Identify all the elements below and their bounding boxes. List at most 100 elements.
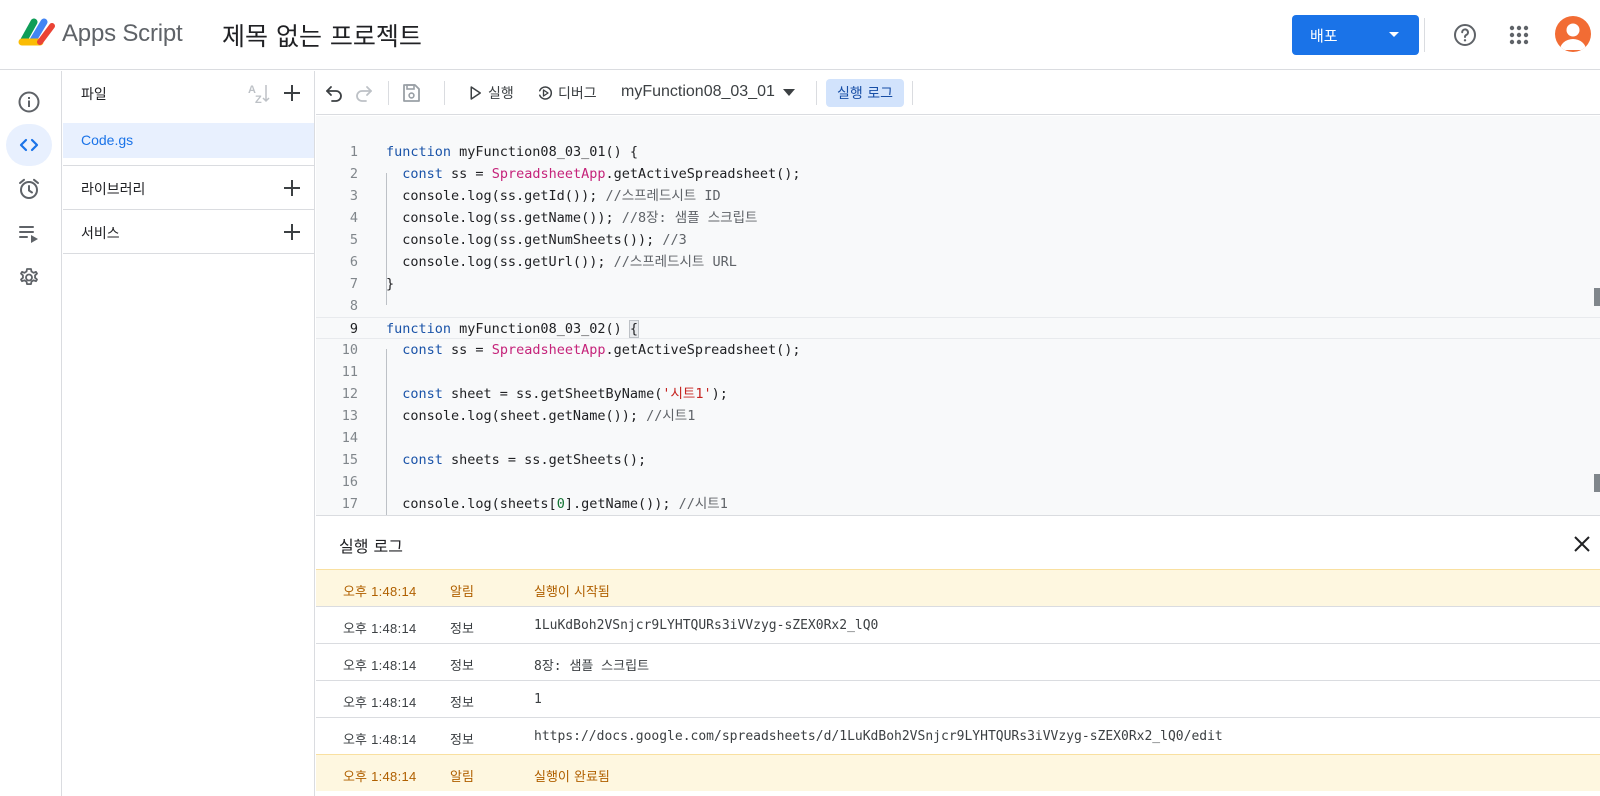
file-item-code-gs[interactable]: Code.gs bbox=[63, 123, 314, 158]
code-token: //스프레드시트 ID bbox=[605, 188, 721, 204]
code-token: console.log(ss.getId()); bbox=[386, 188, 606, 204]
code-token: //3 bbox=[662, 232, 687, 248]
code-line[interactable]: 3 console.log(ss.getId()); //스프레드시트 ID bbox=[316, 185, 1600, 207]
code-line[interactable]: 13 console.log(sheet.getName()); //시트1 bbox=[316, 405, 1600, 427]
code-text: console.log(sheets[0].getName()); //시트1 bbox=[386, 493, 728, 515]
code-text: console.log(ss.getName()); //8장: 샘플 스크립트 bbox=[386, 207, 757, 229]
code-line[interactable]: 6 console.log(ss.getUrl()); //스프레드시트 URL bbox=[316, 251, 1600, 273]
line-number: 9 bbox=[349, 321, 358, 337]
line-number: 7 bbox=[349, 276, 358, 292]
line-number: 15 bbox=[341, 452, 358, 468]
log-time-period: 오후 bbox=[343, 585, 367, 600]
log-time-clock: 1:48:14 bbox=[371, 695, 417, 710]
line-number: 5 bbox=[349, 232, 358, 248]
divider bbox=[63, 158, 314, 166]
function-select[interactable]: myFunction08_03_01 bbox=[621, 83, 795, 101]
log-row[interactable]: 오후 1:48:14 알림 실행이 시작됨 bbox=[316, 569, 1600, 606]
run-button[interactable]: 실행 bbox=[466, 81, 514, 105]
code-token: .getActiveSpreadsheet(); bbox=[605, 166, 801, 182]
libraries-label: 라이브러리 bbox=[81, 182, 146, 198]
rail-item-triggers[interactable] bbox=[6, 168, 52, 210]
undo-icon[interactable] bbox=[322, 81, 346, 105]
code-line[interactable]: 5 console.log(ss.getNumSheets()); //3 bbox=[316, 229, 1600, 251]
line-number: 17 bbox=[341, 496, 358, 512]
deploy-button[interactable]: 배포 bbox=[1292, 15, 1419, 55]
code-token: console.log(sheet.getName()); bbox=[386, 408, 647, 424]
files-header: 파일 A Z bbox=[63, 71, 314, 115]
save-icon[interactable] bbox=[399, 81, 423, 105]
redo-icon[interactable] bbox=[352, 81, 376, 105]
rail-item-editor[interactable] bbox=[6, 124, 52, 166]
rail-item-overview[interactable] bbox=[6, 81, 52, 123]
line-number: 11 bbox=[341, 364, 358, 380]
avatar[interactable] bbox=[1555, 16, 1591, 52]
code-line[interactable]: 7} bbox=[316, 273, 1600, 295]
code-token: ss = bbox=[442, 342, 492, 358]
code-text: function myFunction08_03_01() { bbox=[386, 141, 638, 163]
log-time-period: 오후 bbox=[343, 622, 367, 637]
line-number: 16 bbox=[341, 474, 358, 490]
log-row[interactable]: 오후 1:48:14 정보 1LuKdBoh2VSnjcr9LYHTQURs3iVV… bbox=[316, 606, 1600, 643]
debug-button[interactable]: 디버그 bbox=[536, 81, 597, 105]
google-apps-icon[interactable] bbox=[1509, 25, 1529, 45]
code-text: const ss = SpreadsheetApp.getActiveSprea… bbox=[386, 339, 801, 361]
code-token: .getActiveSpreadsheet(); bbox=[605, 342, 801, 358]
code-text: console.log(ss.getUrl()); //스프레드시트 URL bbox=[386, 251, 737, 273]
code-line[interactable]: 14 bbox=[316, 427, 1600, 449]
gear-icon bbox=[20, 268, 38, 285]
code-line[interactable]: 15 const sheets = ss.getSheets(); bbox=[316, 449, 1600, 471]
line-number: 8 bbox=[349, 298, 358, 314]
sort-az-icon[interactable]: A Z bbox=[246, 81, 270, 105]
line-number: 3 bbox=[349, 188, 358, 204]
rail-item-executions[interactable] bbox=[6, 212, 52, 254]
code-line[interactable]: 17 console.log(sheets[0].getName()); //시… bbox=[316, 493, 1600, 515]
person-icon bbox=[1560, 23, 1586, 50]
log-row[interactable]: 오후 1:48:14 정보 https://docs.google.com/spre… bbox=[316, 717, 1600, 754]
code-line[interactable]: 8 bbox=[316, 295, 1600, 317]
line-number: 14 bbox=[341, 430, 358, 446]
code-line[interactable]: 9 function myFunction08_03_02() { bbox=[316, 317, 1600, 339]
log-row[interactable]: 오후 1:48:14 정보 1 bbox=[316, 680, 1600, 717]
add-service-icon[interactable] bbox=[280, 220, 304, 244]
log-time-clock: 1:48:14 bbox=[371, 769, 417, 784]
code-token: ss = bbox=[442, 166, 492, 182]
line-number: 10 bbox=[341, 342, 358, 358]
code-line[interactable]: 4 console.log(ss.getName()); //8장: 샘플 스크… bbox=[316, 207, 1600, 229]
log-row[interactable]: 오후 1:48:14 알림 실행이 완료됨 bbox=[316, 754, 1600, 791]
log-level: 알림 bbox=[450, 585, 474, 600]
code-text: console.log(ss.getNumSheets()); //3 bbox=[386, 229, 687, 251]
debug-icon bbox=[539, 86, 552, 100]
add-library-icon[interactable] bbox=[280, 176, 304, 200]
log-time-period: 오후 bbox=[343, 696, 367, 711]
execution-log-toggle[interactable]: 실행 로그 bbox=[826, 79, 904, 107]
code-line[interactable]: 12 const sheet = ss.getSheetByName('시트1'… bbox=[316, 383, 1600, 405]
help-icon[interactable] bbox=[1453, 23, 1477, 47]
code-line[interactable]: 1 function myFunction08_03_01() { bbox=[316, 141, 1600, 163]
log-timestamp: 오후 1:48:14 bbox=[343, 655, 417, 674]
log-timestamp: 오후 1:48:14 bbox=[343, 692, 417, 711]
code-token: ].getName()); bbox=[564, 496, 679, 512]
code-token: //스프레드시트 URL bbox=[613, 254, 737, 270]
add-file-icon[interactable] bbox=[280, 81, 304, 105]
code-token: sheet = ss.getSheetByName( bbox=[442, 386, 663, 402]
code-line[interactable]: 11 bbox=[316, 361, 1600, 383]
code-token: SpreadsheetApp bbox=[491, 342, 606, 358]
code-line[interactable]: 2 const ss = SpreadsheetApp.getActiveSpr… bbox=[316, 163, 1600, 185]
code-token: myFunction08_03_01() { bbox=[451, 144, 638, 160]
line-number: 13 bbox=[341, 408, 358, 424]
code-line[interactable]: 10 const ss = SpreadsheetApp.getActiveSp… bbox=[316, 339, 1600, 361]
log-level: 정보 bbox=[450, 622, 474, 637]
toolbar-divider bbox=[816, 81, 817, 105]
code-token: const bbox=[402, 452, 443, 468]
close-icon[interactable] bbox=[1570, 532, 1594, 556]
apps-script-logo-icon[interactable] bbox=[18, 18, 56, 48]
code-editor[interactable]: 1 function myFunction08_03_01() {2 const … bbox=[316, 116, 1600, 515]
log-row[interactable]: 오후 1:48:14 정보 8장: 샘플 스크립트 bbox=[316, 643, 1600, 680]
rail-item-settings[interactable] bbox=[6, 256, 52, 298]
files-panel: 파일 A Z Code.gs 라이브러리 서비스 bbox=[63, 71, 315, 796]
code-line[interactable]: 16 bbox=[316, 471, 1600, 493]
libraries-section: 라이브러리 bbox=[63, 166, 314, 210]
project-title[interactable]: 제목 없는 프로젝트 bbox=[222, 17, 422, 53]
